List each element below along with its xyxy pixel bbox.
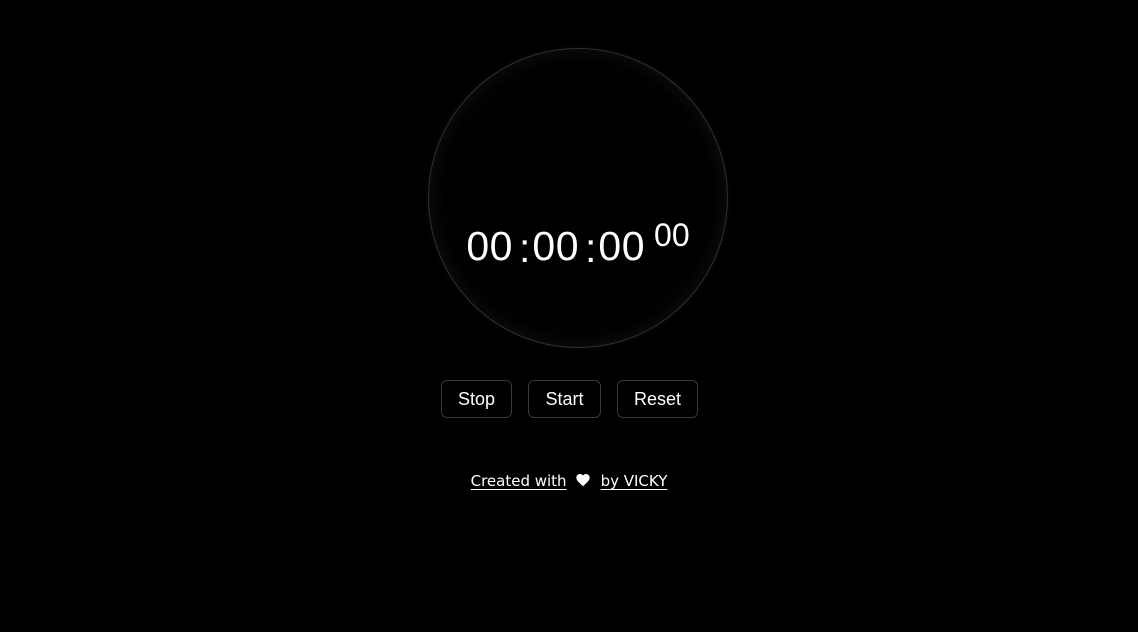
- page: 00:00:00 00 Stop Start Reset Created with…: [0, 0, 1138, 632]
- hours-value: 00: [466, 223, 513, 269]
- controls: Stop Start Reset: [441, 380, 698, 418]
- stopwatch-dial: 00:00:00 00: [428, 48, 728, 348]
- credit-link[interactable]: Created with by VICKY: [471, 472, 668, 490]
- credit-suffix: by VICKY: [600, 472, 668, 490]
- footer-credit: Created with by VICKY: [0, 472, 1138, 490]
- stop-button[interactable]: Stop: [441, 380, 512, 418]
- separator: :: [585, 225, 597, 271]
- separator: :: [518, 225, 531, 271]
- credit-prefix: Created with: [470, 472, 567, 490]
- milliseconds-value: 00: [654, 217, 690, 253]
- seconds-value: 00: [598, 223, 646, 269]
- start-button[interactable]: Start: [528, 380, 601, 418]
- time-display: 00:00:00 00: [429, 217, 727, 272]
- heart-icon: [575, 472, 591, 488]
- minutes-value: 00: [532, 223, 579, 269]
- reset-button[interactable]: Reset: [617, 380, 698, 418]
